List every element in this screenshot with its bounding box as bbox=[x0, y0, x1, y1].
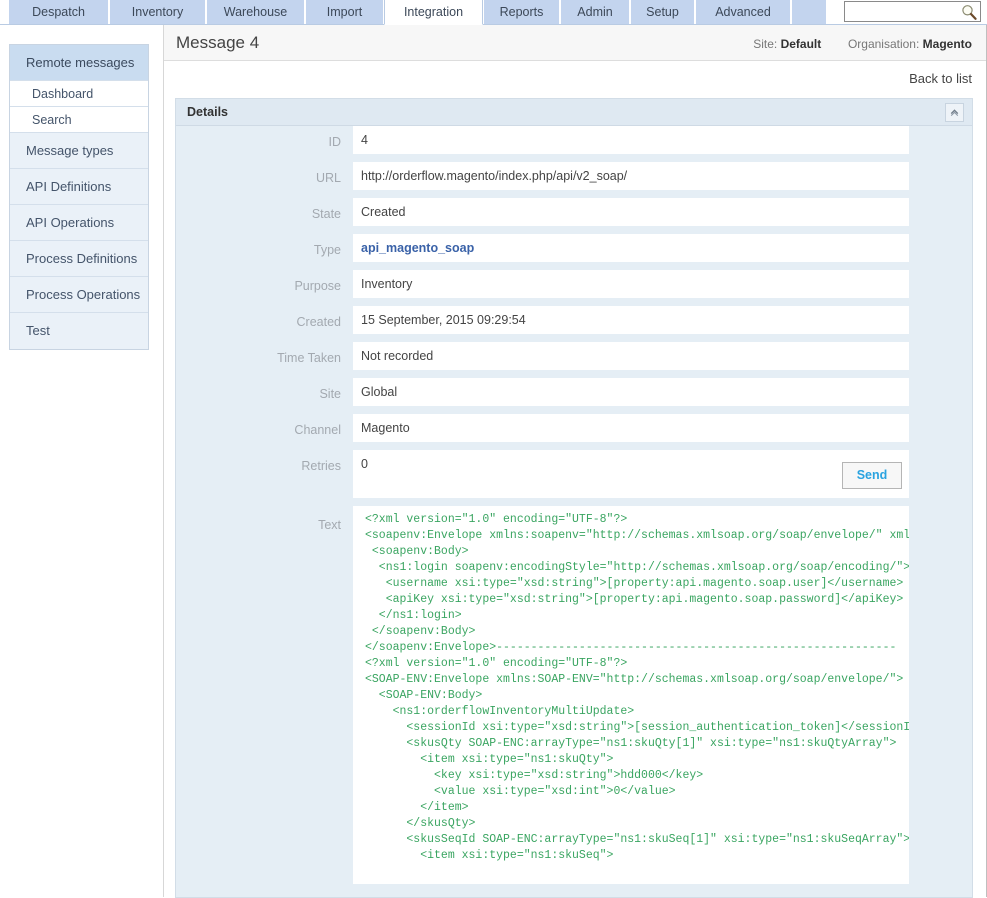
search-icon[interactable] bbox=[961, 4, 977, 20]
organisation-label: Organisation: bbox=[848, 37, 919, 51]
field-row-type: Type api_magento_soap bbox=[176, 234, 972, 270]
sidebar-item-api-definitions[interactable]: API Definitions bbox=[10, 169, 148, 205]
field-row-url: URL http://orderflow.magento/index.php/ap… bbox=[176, 162, 972, 198]
field-row-channel: Channel Magento bbox=[176, 414, 972, 450]
sidebar-item-test[interactable]: Test bbox=[10, 313, 148, 349]
tab-inventory[interactable]: Inventory bbox=[109, 0, 206, 24]
site-value: Default bbox=[781, 37, 822, 51]
tab-integration[interactable]: Integration bbox=[384, 0, 483, 25]
header-context-info: Site: Default Organisation: Magento bbox=[753, 37, 972, 51]
field-row-created: Created 15 September, 2015 09:29:54 bbox=[176, 306, 972, 342]
main-content: Message 4 Site: Default Organisation: Ma… bbox=[163, 25, 987, 897]
field-row-purpose: Purpose Inventory bbox=[176, 270, 972, 306]
sidebar-item-search[interactable]: Search bbox=[10, 107, 148, 133]
sidebar-item-message-types[interactable]: Message types bbox=[10, 133, 148, 169]
sidebar-item-process-operations[interactable]: Process Operations bbox=[10, 277, 148, 313]
search-input[interactable] bbox=[845, 2, 957, 21]
field-value-purpose: Inventory bbox=[353, 270, 909, 298]
retries-value: 0 bbox=[353, 450, 909, 498]
sidebar-item-remote-messages[interactable]: Remote messages bbox=[10, 45, 148, 81]
global-search-box[interactable] bbox=[844, 1, 981, 22]
field-value-state: Created bbox=[353, 198, 909, 226]
details-panel-header: Details bbox=[176, 99, 972, 126]
page-title: Message 4 bbox=[176, 33, 259, 53]
details-panel-title: Details bbox=[187, 105, 228, 119]
field-label-id: ID bbox=[176, 135, 341, 149]
field-value-channel: Magento bbox=[353, 414, 909, 442]
send-button[interactable]: Send bbox=[842, 462, 902, 489]
tab-setup[interactable]: Setup bbox=[630, 0, 695, 24]
field-label-time-taken: Time Taken bbox=[176, 351, 341, 365]
tab-despatch[interactable]: Despatch bbox=[8, 0, 109, 24]
field-label-url: URL bbox=[176, 171, 341, 185]
page-header: Message 4 Site: Default Organisation: Ma… bbox=[164, 25, 986, 61]
field-value-type[interactable]: api_magento_soap bbox=[353, 234, 909, 262]
field-label-channel: Channel bbox=[176, 423, 341, 437]
field-value-site: Global bbox=[353, 378, 909, 406]
site-label: Site: bbox=[753, 37, 777, 51]
field-label-site: Site bbox=[176, 387, 341, 401]
sidebar-item-api-operations[interactable]: API Operations bbox=[10, 205, 148, 241]
field-row-site: Site Global bbox=[176, 378, 972, 414]
tab-import[interactable]: Import bbox=[305, 0, 384, 24]
field-value-time-taken: Not recorded bbox=[353, 342, 909, 370]
back-to-list-row: Back to list bbox=[164, 61, 986, 97]
retries-label: Retries bbox=[176, 459, 341, 473]
details-fields: ID 4 URL http://orderflow.magento/index.php… bbox=[176, 126, 972, 450]
field-row-state: State Created bbox=[176, 198, 972, 234]
field-label-state: State bbox=[176, 207, 341, 221]
field-row-time-taken: Time Taken Not recorded bbox=[176, 342, 972, 378]
sidebar-item-process-definitions[interactable]: Process Definitions bbox=[10, 241, 148, 277]
organisation-value: Magento bbox=[923, 37, 972, 51]
details-panel: Details ID 4 URL http://orderflow.magento/i… bbox=[175, 98, 973, 898]
tab-warehouse[interactable]: Warehouse bbox=[206, 0, 305, 24]
tab-admin[interactable]: Admin bbox=[560, 0, 630, 24]
field-row-text: Text <?xml version="1.0" encoding="UTF-8… bbox=[176, 506, 972, 886]
chevron-up-icon[interactable] bbox=[945, 103, 964, 122]
back-to-list-link[interactable]: Back to list bbox=[909, 71, 972, 86]
field-label-created: Created bbox=[176, 315, 341, 329]
top-navigation-bar: DespatchInventoryWarehouseImportIntegrat… bbox=[0, 0, 987, 25]
tab-advanced[interactable]: Advanced bbox=[695, 0, 791, 24]
field-value-id: 4 bbox=[353, 126, 909, 154]
field-row-id: ID 4 bbox=[176, 126, 972, 162]
field-value-created: 15 September, 2015 09:29:54 bbox=[353, 306, 909, 334]
tab-reports[interactable]: Reports bbox=[483, 0, 560, 24]
field-row-retries: Retries 0 Send bbox=[176, 450, 972, 506]
text-label: Text bbox=[176, 518, 341, 532]
sidebar: Remote messagesDashboardSearchMessage ty… bbox=[9, 44, 149, 350]
message-text-content: <?xml version="1.0" encoding="UTF-8"?> <… bbox=[365, 512, 909, 864]
field-label-purpose: Purpose bbox=[176, 279, 341, 293]
field-label-type: Type bbox=[176, 243, 341, 257]
topnav-filler bbox=[791, 0, 826, 24]
field-value-url: http://orderflow.magento/index.php/api/v… bbox=[353, 162, 909, 190]
message-text-box[interactable]: <?xml version="1.0" encoding="UTF-8"?> <… bbox=[353, 506, 909, 884]
sidebar-item-dashboard[interactable]: Dashboard bbox=[10, 81, 148, 107]
